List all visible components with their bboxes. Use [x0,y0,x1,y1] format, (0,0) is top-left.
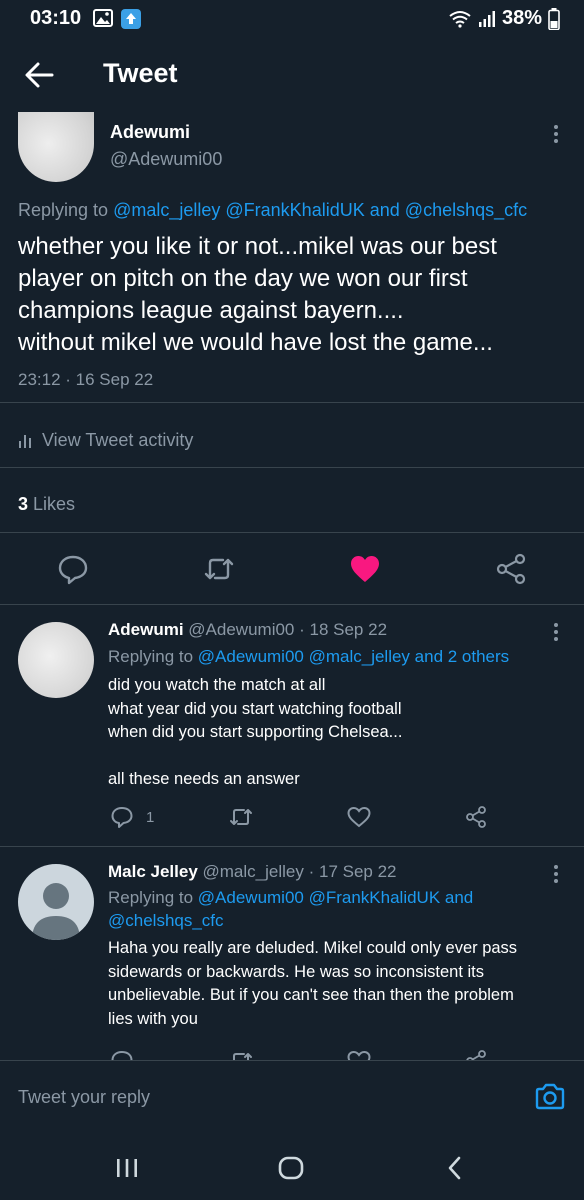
author-name[interactable]: Adewumi [110,122,190,143]
camera-icon[interactable] [534,1081,566,1113]
mention-link[interactable]: @chelshqs_cfc [405,200,527,220]
reply-author-name[interactable]: Adewumi [108,620,184,639]
header: Tweet [0,38,584,112]
reply-author-handle[interactable]: @Adewumi00 [188,620,294,639]
status-bar: 03:10 38% [0,0,584,38]
divider [0,467,584,468]
tweet-timestamp: 23:12 · 16 Sep 22 [18,370,154,389]
reply-text: Haha you really are deluded. Mikel could… [108,939,518,1028]
signal-icon [478,10,496,28]
page-title: Tweet [103,58,178,88]
wifi-icon [448,10,472,28]
recent-apps-icon[interactable] [112,1154,142,1182]
reply-date: · 17 Sep 22 [308,862,397,881]
mention-link[interactable]: @chelshqs_cfc [108,911,224,930]
home-icon[interactable] [276,1154,306,1182]
status-time: 03:10 [30,7,82,29]
tweet-text: whether you like it or not...mikel was o… [18,233,497,356]
replying-to: Replying to @Adewumi00 @FrankKhalidUK an… [108,888,474,930]
reply-author-handle[interactable]: @malc_jelley [203,862,304,881]
more-options-icon[interactable] [553,864,559,884]
likes-count[interactable]: 3 Likes [18,494,75,515]
reply-date: · 18 Sep 22 [299,620,388,639]
replying-to: Replying to @malc_jelley @FrankKhalidUK … [18,200,528,220]
reply-icon [110,805,134,829]
default-avatar[interactable] [18,864,94,940]
reply-header: Adewumi @Adewumi00 · 18 Sep 22 [108,620,387,640]
reply-header: Malc Jelley @malc_jelley · 17 Sep 22 [108,862,397,882]
reply-text: did you watch the match at all what year… [108,676,403,788]
reply-count: 1 [146,808,155,826]
reply-author-name[interactable]: Malc Jelley [108,862,198,881]
divider [0,604,584,605]
gallery-notification-icon [93,9,113,29]
mention-link[interactable]: @FrankKhalidUK [225,200,364,220]
reply-icon[interactable] [56,552,90,586]
author-handle[interactable]: @Adewumi00 [110,149,222,170]
divider [0,532,584,533]
avatar[interactable] [18,112,94,182]
more-options-icon[interactable] [553,622,559,642]
mention-link[interactable]: @Adewumi00 @FrankKhalidUK and [198,888,473,907]
replying-to: Replying to @Adewumi00 @malc_jelley and … [108,647,510,666]
reply-input[interactable]: Tweet your reply [18,1087,150,1108]
avatar[interactable] [18,622,94,698]
analytics-icon [18,433,32,449]
more-options-icon[interactable] [553,124,559,144]
reply-actions: 1 [0,804,584,834]
tweet-actions [0,552,584,592]
mention-link[interactable]: @Adewumi00 @malc_jelley and 2 others [198,647,509,666]
battery-percentage: 38% [501,7,542,29]
divider [0,846,584,847]
liked-heart-icon[interactable] [348,552,382,586]
mention-link[interactable]: @malc_jelley [113,200,220,220]
battery-icon [548,7,560,30]
mention-link[interactable]: and [370,200,400,220]
share-icon[interactable] [494,552,528,586]
back-arrow-icon[interactable] [24,60,56,90]
retweet-icon[interactable] [202,552,236,586]
retweet-icon[interactable] [228,804,254,830]
reply-composer[interactable]: Tweet your reply [0,1060,584,1136]
share-icon[interactable] [464,804,488,830]
reply-button[interactable]: 1 [110,804,154,830]
like-heart-icon[interactable] [346,804,372,830]
app-update-notification-icon [121,9,141,29]
back-icon[interactable] [440,1154,470,1182]
view-tweet-activity-link[interactable]: View Tweet activity [18,430,193,451]
divider [0,402,584,403]
system-navigation-bar [0,1136,584,1200]
